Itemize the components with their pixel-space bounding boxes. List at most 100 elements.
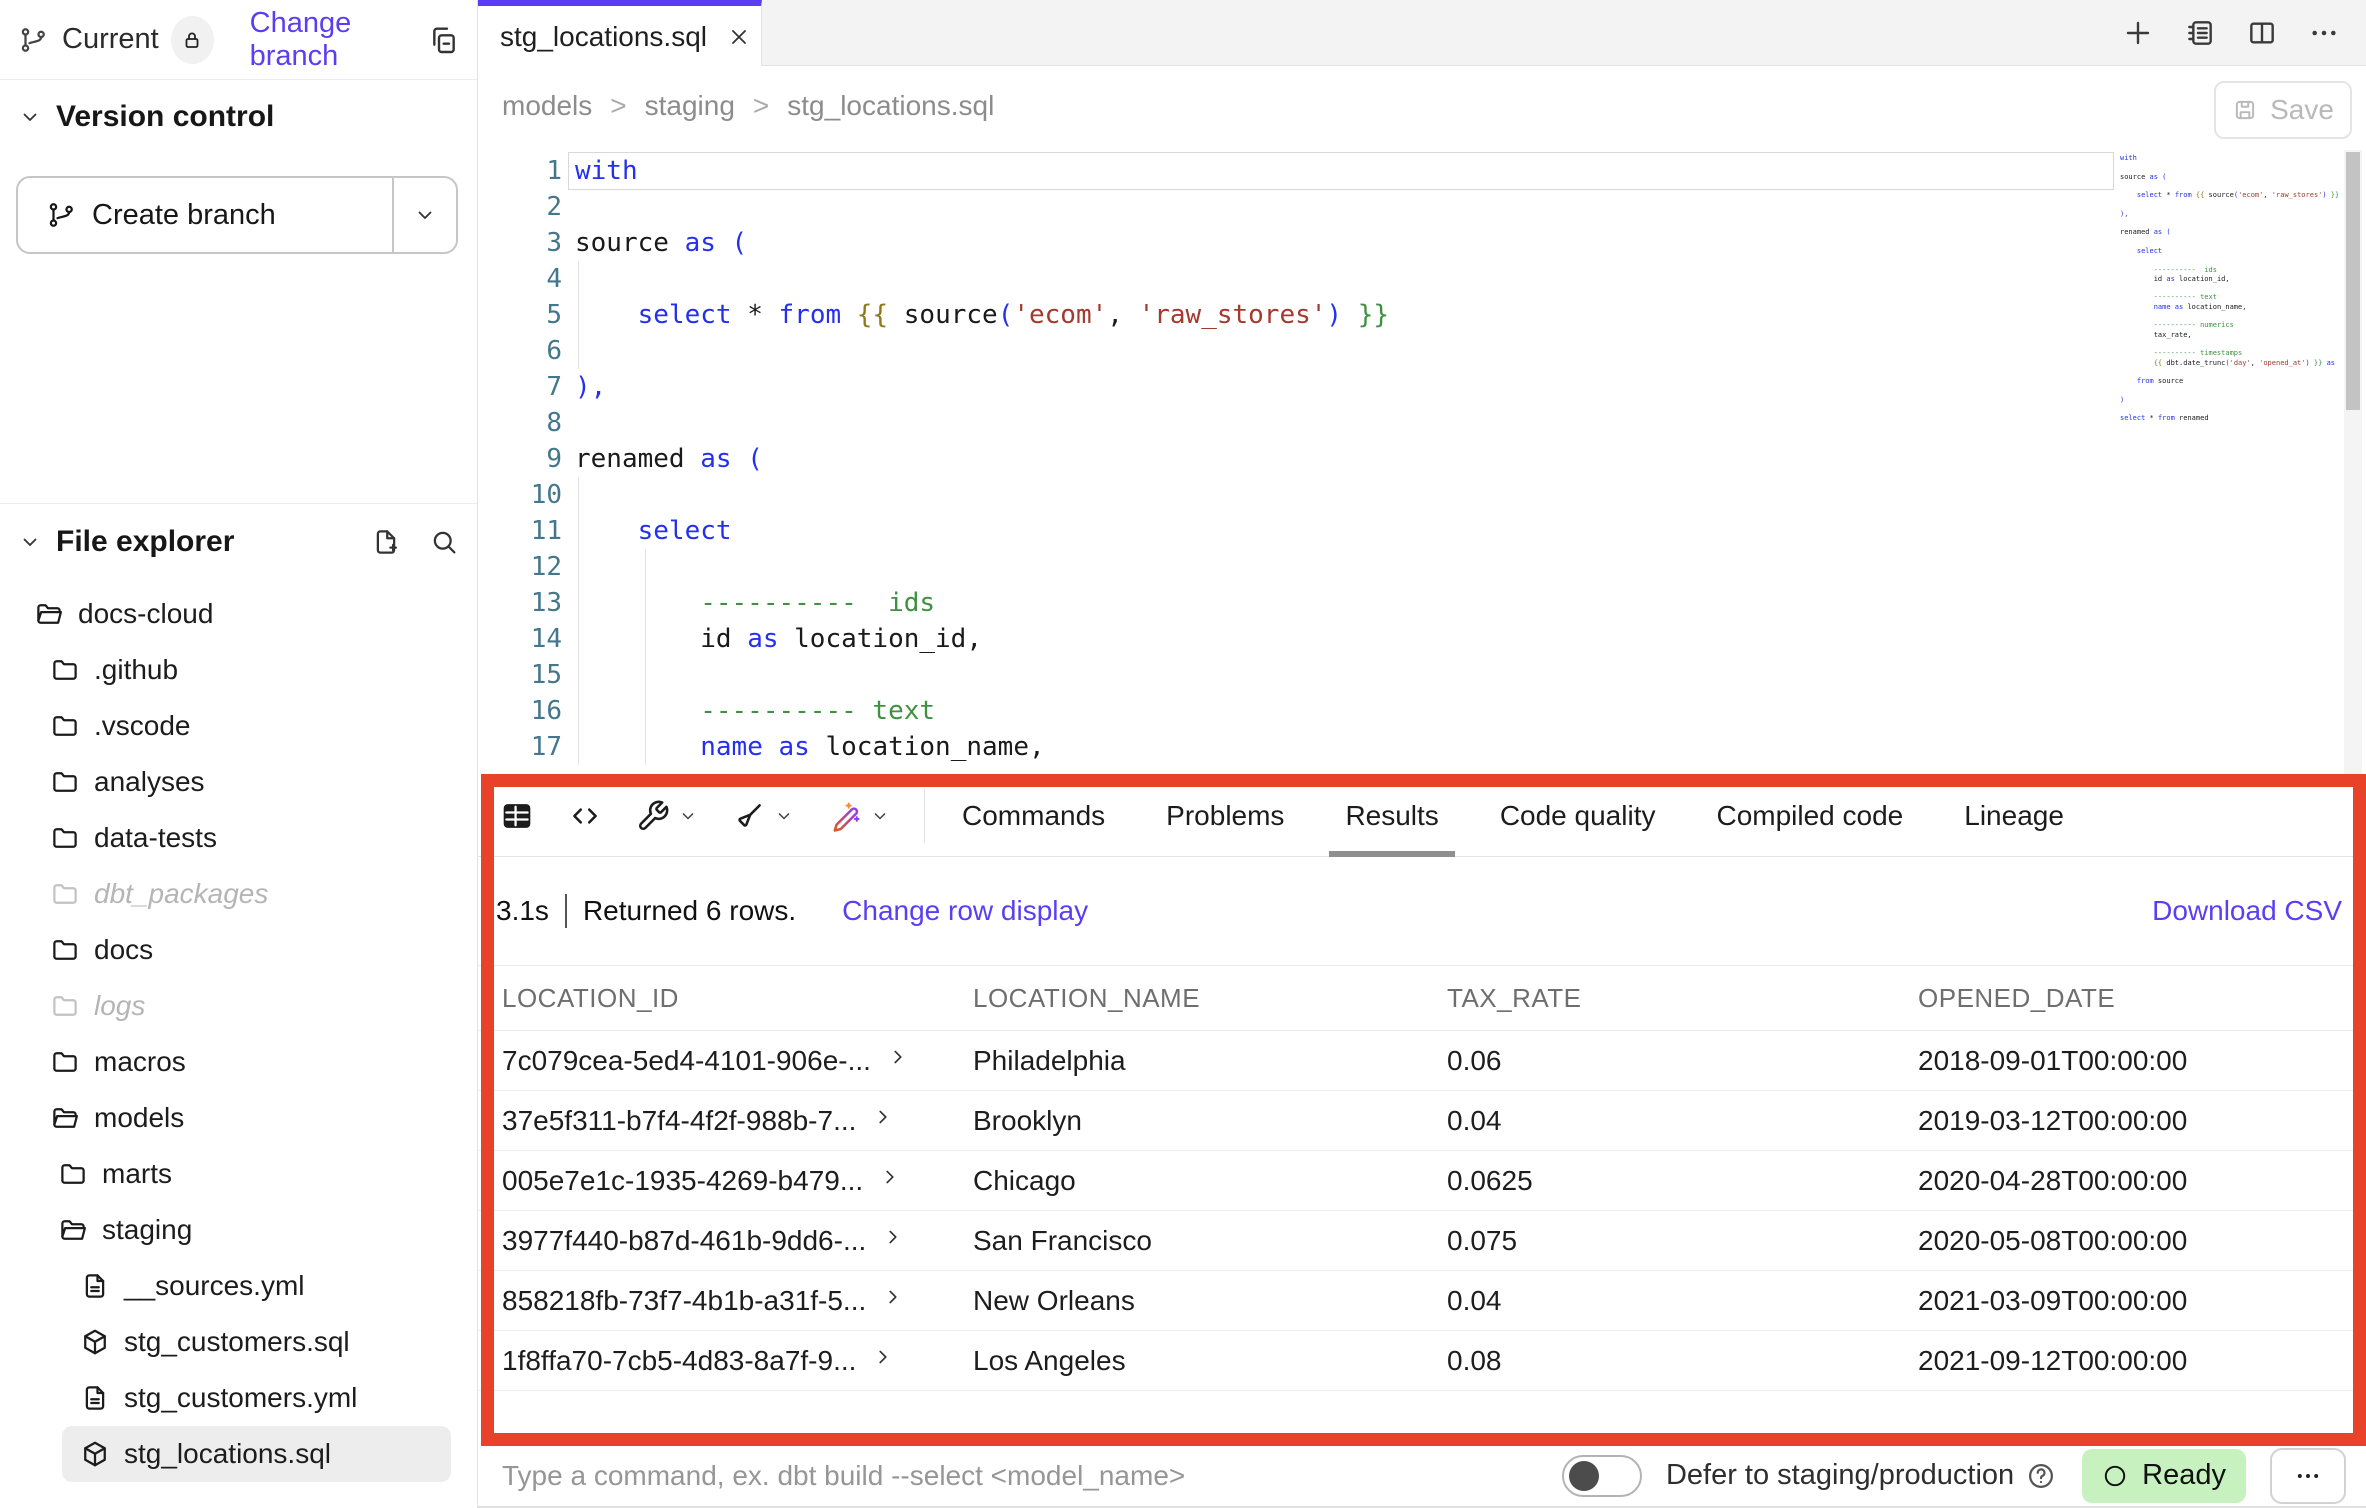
line-number: 9 [478, 441, 562, 477]
editor-scrollbar-thumb[interactable] [2346, 152, 2360, 410]
defer-toggle[interactable] [1562, 1455, 1642, 1497]
panel-tab-results[interactable]: Results [1345, 775, 1438, 857]
notebook-panel-icon[interactable] [2184, 17, 2216, 49]
code-line[interactable] [575, 477, 1389, 513]
cell-location-id: 37e5f311-b7f4-4f2f-988b-7... [494, 1105, 965, 1137]
file-tree-item--vscode[interactable]: .vscode [0, 698, 477, 754]
file-tree-item-logs[interactable]: logs [0, 978, 477, 1034]
table-row[interactable]: 3977f440-b87d-461b-9dd6-...San Francisco… [478, 1211, 2366, 1271]
split-panel-icon[interactable] [2246, 17, 2278, 49]
code-line[interactable] [575, 333, 1389, 369]
file-tree-item-dbt-packages[interactable]: dbt_packages [0, 866, 477, 922]
git-branch-icon [46, 200, 76, 230]
minimap[interactable]: with source as ( select * from {{ source… [2120, 154, 2338, 426]
file-tree-item-data-tests[interactable]: data-tests [0, 810, 477, 866]
code-line[interactable]: with [575, 153, 1389, 189]
breadcrumb-staging[interactable]: staging [645, 90, 735, 122]
command-input[interactable] [502, 1460, 1502, 1492]
table-row[interactable]: 7c079cea-5ed4-4101-906e-...Philadelphia0… [478, 1031, 2366, 1091]
expand-cell-icon[interactable] [882, 1226, 904, 1248]
file-tree-item--github[interactable]: .github [0, 642, 477, 698]
ai-assist-menu-button[interactable] [828, 799, 890, 833]
breadcrumb-file[interactable]: stg_locations.sql [787, 90, 994, 122]
create-branch-dropdown[interactable] [394, 178, 456, 252]
panel-tab-compiled-code[interactable]: Compiled code [1716, 775, 1903, 857]
new-file-icon[interactable] [371, 527, 401, 557]
file-tree-item-docs[interactable]: docs [0, 922, 477, 978]
new-tab-icon[interactable] [2122, 17, 2154, 49]
expand-cell-icon[interactable] [872, 1346, 894, 1368]
code-line[interactable] [575, 657, 1389, 693]
format-menu-button[interactable] [732, 799, 794, 833]
table-row[interactable]: 37e5f311-b7f4-4f2f-988b-7...Brooklyn0.04… [478, 1091, 2366, 1151]
code-editor[interactable]: 1234567891011121314151617 with source as… [478, 150, 2366, 775]
line-number: 5 [478, 297, 562, 333]
file-tree-item-docs-cloud[interactable]: docs-cloud [0, 586, 477, 642]
code-line[interactable] [575, 549, 1389, 585]
close-icon[interactable] [727, 25, 751, 49]
code-line[interactable]: id as location_id, [575, 621, 1389, 657]
breadcrumb-models[interactable]: models [502, 90, 592, 122]
git-branch-icon [18, 25, 48, 55]
file-tree-item-analyses[interactable]: analyses [0, 754, 477, 810]
table-view-button[interactable] [500, 799, 534, 833]
file-tree-item-models[interactable]: models [0, 1090, 477, 1146]
code-line[interactable] [575, 189, 1389, 225]
status-bar: Defer to staging/production Ready [478, 1445, 2366, 1508]
download-csv-link[interactable]: Download CSV [2152, 895, 2342, 927]
expand-cell-icon[interactable] [879, 1166, 901, 1188]
search-icon[interactable] [429, 527, 459, 557]
change-row-display-link[interactable]: Change row display [842, 895, 1088, 927]
code-line[interactable]: name as location_name, [575, 729, 1389, 765]
code-line[interactable]: ---------- text [575, 693, 1389, 729]
file-tree-item-stg-customers-yml[interactable]: stg_customers.yml [0, 1370, 477, 1426]
table-row[interactable]: 1f8ffa70-7cb5-4d83-8a7f-9...Los Angeles0… [478, 1331, 2366, 1391]
minimap-line: ), [2120, 210, 2338, 219]
file-explorer-section-header[interactable]: File explorer [18, 520, 459, 564]
save-button[interactable]: Save [2214, 81, 2352, 139]
create-branch-main[interactable]: Create branch [18, 178, 392, 252]
panel-tab-lineage[interactable]: Lineage [1964, 775, 2064, 857]
table-row[interactable]: 005e7e1c-1935-4269-b479...Chicago0.06252… [478, 1151, 2366, 1211]
code-line[interactable]: select * from {{ source('ecom', 'raw_sto… [575, 297, 1389, 333]
code-line[interactable]: ), [575, 369, 1389, 405]
file-tree-item--sources-yml[interactable]: __sources.yml [0, 1258, 477, 1314]
expand-cell-icon[interactable] [882, 1286, 904, 1308]
file-tree-item-macros[interactable]: macros [0, 1034, 477, 1090]
expand-cell-icon[interactable] [887, 1046, 909, 1068]
table-row[interactable]: 858218fb-73f7-4b1b-a31f-5...New Orleans0… [478, 1271, 2366, 1331]
code-line[interactable]: source as ( [575, 225, 1389, 261]
folder-icon [58, 1159, 88, 1189]
code-line[interactable]: renamed as ( [575, 441, 1389, 477]
copy-icon[interactable] [427, 24, 459, 56]
change-branch-link[interactable]: Change branch [250, 7, 427, 73]
file-tree-item-stg-locations-sql[interactable]: stg_locations.sql [62, 1426, 451, 1482]
code-lines[interactable]: with source as ( select * from {{ source… [575, 153, 1389, 765]
code-line[interactable]: select [575, 513, 1389, 549]
panel-tab-code-quality[interactable]: Code quality [1500, 775, 1656, 857]
minimap-line [2120, 405, 2338, 414]
file-tree-item-marts[interactable]: marts [0, 1146, 477, 1202]
minimap-line: from source [2120, 377, 2338, 386]
file-tree-label: docs-cloud [78, 598, 213, 630]
code-line[interactable] [575, 261, 1389, 297]
help-icon[interactable] [2026, 1461, 2056, 1491]
status-more-button[interactable] [2270, 1448, 2346, 1504]
build-menu-button[interactable] [636, 799, 698, 833]
file-tree-item-stg-customers-sql[interactable]: stg_customers.sql [0, 1314, 477, 1370]
code-view-button[interactable] [568, 799, 602, 833]
ellipsis-icon [2294, 1462, 2322, 1490]
tab-stg-locations-sql[interactable]: stg_locations.sql [478, 0, 762, 67]
code-line[interactable] [575, 405, 1389, 441]
file-tree-item-staging[interactable]: staging [0, 1202, 477, 1258]
chevron-down-icon [18, 105, 42, 129]
create-branch-button[interactable]: Create branch [16, 176, 458, 254]
more-options-icon[interactable] [2308, 17, 2340, 49]
panel-tabs: Commands Problems Results Code quality Compi… [962, 775, 2064, 857]
panel-tab-commands[interactable]: Commands [962, 775, 1105, 857]
version-control-section-header[interactable]: Version control [18, 100, 274, 134]
code-line[interactable]: ---------- ids [575, 585, 1389, 621]
panel-tab-problems[interactable]: Problems [1166, 775, 1284, 857]
magic-pen-icon [828, 799, 862, 833]
expand-cell-icon[interactable] [872, 1106, 894, 1128]
